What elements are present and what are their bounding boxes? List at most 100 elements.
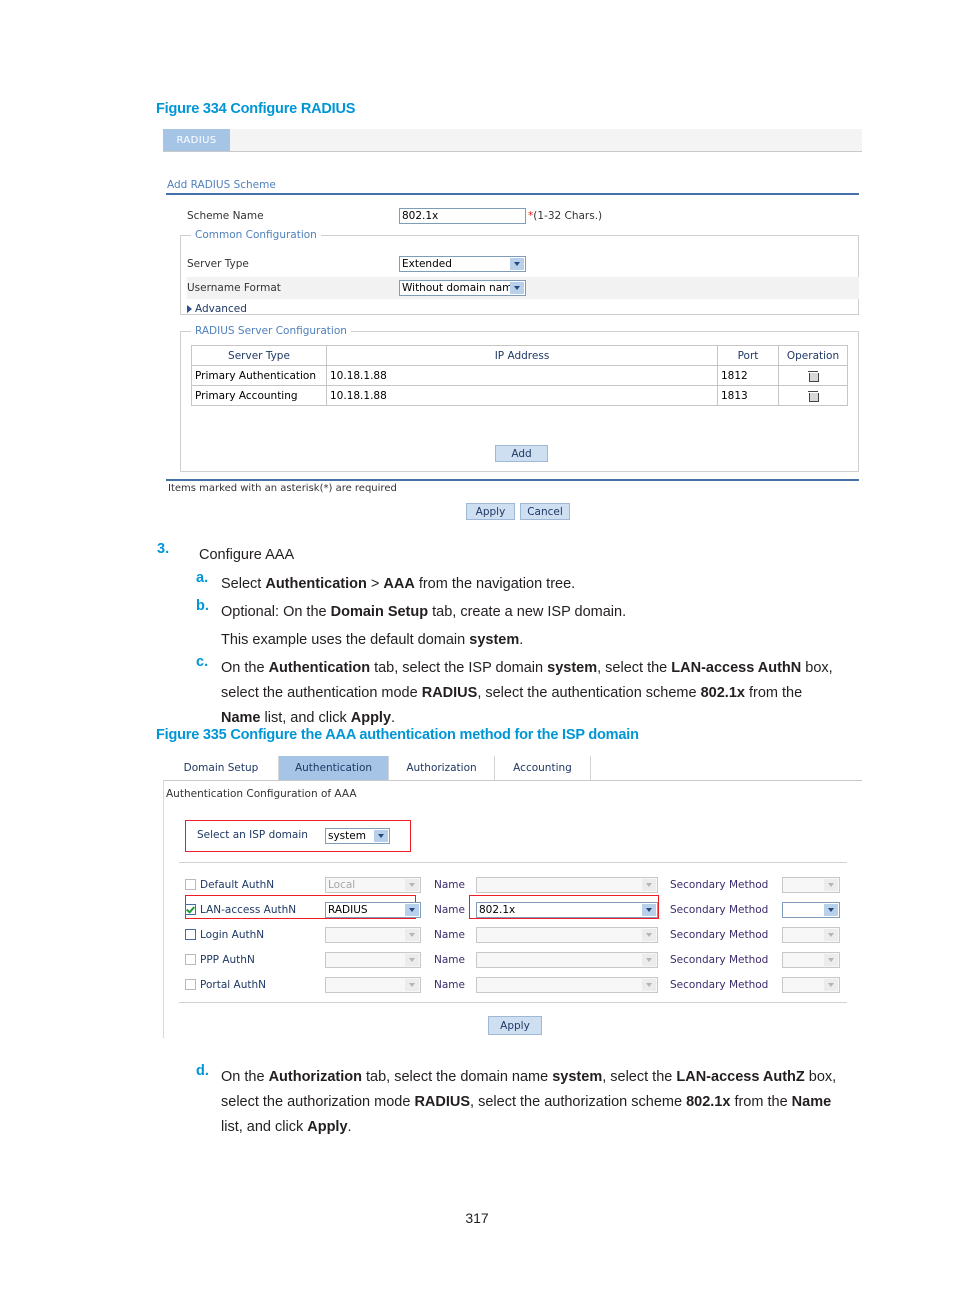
isp-domain-select[interactable]: system xyxy=(325,828,390,844)
step-a-mid: > xyxy=(366,576,384,592)
chevron-down-icon xyxy=(510,258,524,270)
step-d-bold-system: system xyxy=(552,1069,603,1085)
section-divider xyxy=(166,193,859,195)
step-b-bold-system: system xyxy=(469,632,520,648)
username-format-row: Username Format Without domain name xyxy=(187,277,859,299)
step-a-text: Select Authentication > AAA from the nav… xyxy=(221,570,575,598)
apply-button[interactable]: Apply xyxy=(466,503,515,520)
chevron-down-icon xyxy=(824,878,838,891)
server-type-label: Server Type xyxy=(187,258,249,270)
cell-server-type: Primary Authentication xyxy=(191,365,327,386)
name-select-ppp-authn xyxy=(476,951,658,968)
step-d-bold-lan-access-authz: LAN-access AuthZ xyxy=(676,1069,805,1085)
step-a-bold-aaa: AAA xyxy=(383,576,415,592)
step-c-text-line1: On the Authentication tab, select the IS… xyxy=(221,654,833,682)
secondary-label-ppp: Secondary Method xyxy=(670,953,769,966)
divider-bottom xyxy=(179,1002,847,1003)
add-radius-scheme-title: Add RADIUS Scheme xyxy=(167,179,276,191)
tab-radius[interactable]: RADIUS xyxy=(163,129,230,151)
cancel-button[interactable]: Cancel xyxy=(520,503,570,520)
step-c-l2-p3: from the xyxy=(744,685,803,701)
aaa-authentication-screenshot: Domain Setup Authentication Authorizatio… xyxy=(163,756,862,1038)
col-server-type: Server Type xyxy=(191,345,327,366)
server-type-row: Server Type Extended xyxy=(187,253,859,275)
scheme-name-input[interactable]: 802.1x xyxy=(399,208,526,224)
radius-tabbar: RADIUS xyxy=(163,129,862,152)
chevron-down-icon xyxy=(642,928,656,941)
username-format-select[interactable]: Without domain name xyxy=(399,280,526,296)
secondary-select-lan-access-authn[interactable] xyxy=(782,901,840,918)
step-d-bold-8021x: 802.1x xyxy=(686,1094,731,1110)
cell-port: 1813 xyxy=(717,385,779,406)
figure-335-caption: Figure 335 Configure the AAA authenticat… xyxy=(156,727,639,743)
mode-select-portal-authn xyxy=(325,976,421,993)
step-c-marker: c. xyxy=(196,654,209,670)
isp-domain-value: system xyxy=(328,830,366,842)
chevron-down-icon xyxy=(642,953,656,966)
name-label-lan-access: Name xyxy=(434,903,465,916)
step-3-marker: 3. xyxy=(157,541,170,557)
cell-operation[interactable] xyxy=(778,385,848,406)
name-select-lan-access-authn[interactable]: 802.1x xyxy=(476,901,658,918)
step-b-pre: Optional: On the xyxy=(221,604,331,620)
server-type-select[interactable]: Extended xyxy=(399,256,526,272)
auth-row-login: Login AuthN Name Secondary Method xyxy=(185,922,845,947)
chevron-down-icon xyxy=(824,928,838,941)
chevron-down-icon xyxy=(405,953,419,966)
cell-operation[interactable] xyxy=(778,365,848,386)
checkbox-default-authn[interactable] xyxy=(185,879,196,890)
step-b-l2-pre: This example uses the default domain xyxy=(221,632,470,648)
trash-icon[interactable] xyxy=(808,390,819,402)
step-d-l3-p2: . xyxy=(347,1119,352,1135)
chevron-down-icon xyxy=(510,282,524,294)
mode-select-default-authn: Local xyxy=(325,876,421,893)
trash-icon[interactable] xyxy=(808,370,819,382)
step-c-bold-name: Name xyxy=(221,710,261,726)
step-a-marker: a. xyxy=(196,570,209,586)
chevron-down-icon xyxy=(642,978,656,991)
secondary-select-ppp-authn xyxy=(782,951,840,968)
step-c-l1-p2: tab, select the ISP domain xyxy=(370,660,548,676)
tab-authorization[interactable]: Authorization xyxy=(389,756,495,780)
radius-server-configuration-legend: RADIUS Server Configuration xyxy=(191,325,351,337)
tab-accounting[interactable]: Accounting xyxy=(495,756,591,780)
cell-ip-address: 10.18.1.88 xyxy=(326,365,718,386)
step-d-bold-apply: Apply xyxy=(307,1119,348,1135)
tab-authentication[interactable]: Authentication xyxy=(279,756,389,780)
table-row: Primary Accounting 10.18.1.88 1813 xyxy=(191,385,848,406)
step-d-l2-p3: from the xyxy=(730,1094,792,1110)
advanced-toggle[interactable]: Advanced xyxy=(187,303,247,315)
name-select-portal-authn xyxy=(476,976,658,993)
chevron-down-icon xyxy=(405,978,419,991)
name-label-default: Name xyxy=(434,878,465,891)
scheme-name-label: Scheme Name xyxy=(187,210,264,222)
step-c-bold-authentication: Authentication xyxy=(268,660,371,676)
add-button[interactable]: Add xyxy=(495,445,548,462)
common-configuration-group: Common Configuration xyxy=(180,229,859,315)
figure-334-caption: Figure 334 Configure RADIUS xyxy=(156,101,356,117)
step-c-bold-lan-access: LAN-access AuthN xyxy=(671,660,802,676)
step-a-bold-authentication: Authentication xyxy=(265,576,367,592)
apply-button-aaa[interactable]: Apply xyxy=(488,1016,542,1035)
secondary-label-portal: Secondary Method xyxy=(670,978,769,991)
step-b-text-line2: This example uses the default domain sys… xyxy=(221,626,523,654)
secondary-select-portal-authn xyxy=(782,976,840,993)
checkbox-lan-access-authn[interactable] xyxy=(185,904,196,915)
name-label-ppp: Name xyxy=(434,953,465,966)
label-login-authn: Login AuthN xyxy=(200,928,265,941)
triangle-right-icon xyxy=(187,305,192,313)
username-format-label: Username Format xyxy=(187,282,281,294)
secondary-label-lan-access: Secondary Method xyxy=(670,903,769,916)
checkbox-ppp-authn[interactable] xyxy=(185,954,196,965)
step-d-text-line1: On the Authorization tab, select the dom… xyxy=(221,1063,836,1091)
checkbox-login-authn[interactable] xyxy=(185,929,196,940)
checkbox-portal-authn[interactable] xyxy=(185,979,196,990)
panel-left-border xyxy=(163,756,164,1038)
page-number: 317 xyxy=(465,1210,489,1226)
tab-domain-setup[interactable]: Domain Setup xyxy=(164,756,279,780)
mode-select-lan-access-authn[interactable]: RADIUS xyxy=(325,901,421,918)
name-label-portal: Name xyxy=(434,978,465,991)
chevron-down-icon xyxy=(824,953,838,966)
server-type-value: Extended xyxy=(402,258,452,270)
step-c-text-line2: select the authentication mode RADIUS, s… xyxy=(221,679,802,707)
